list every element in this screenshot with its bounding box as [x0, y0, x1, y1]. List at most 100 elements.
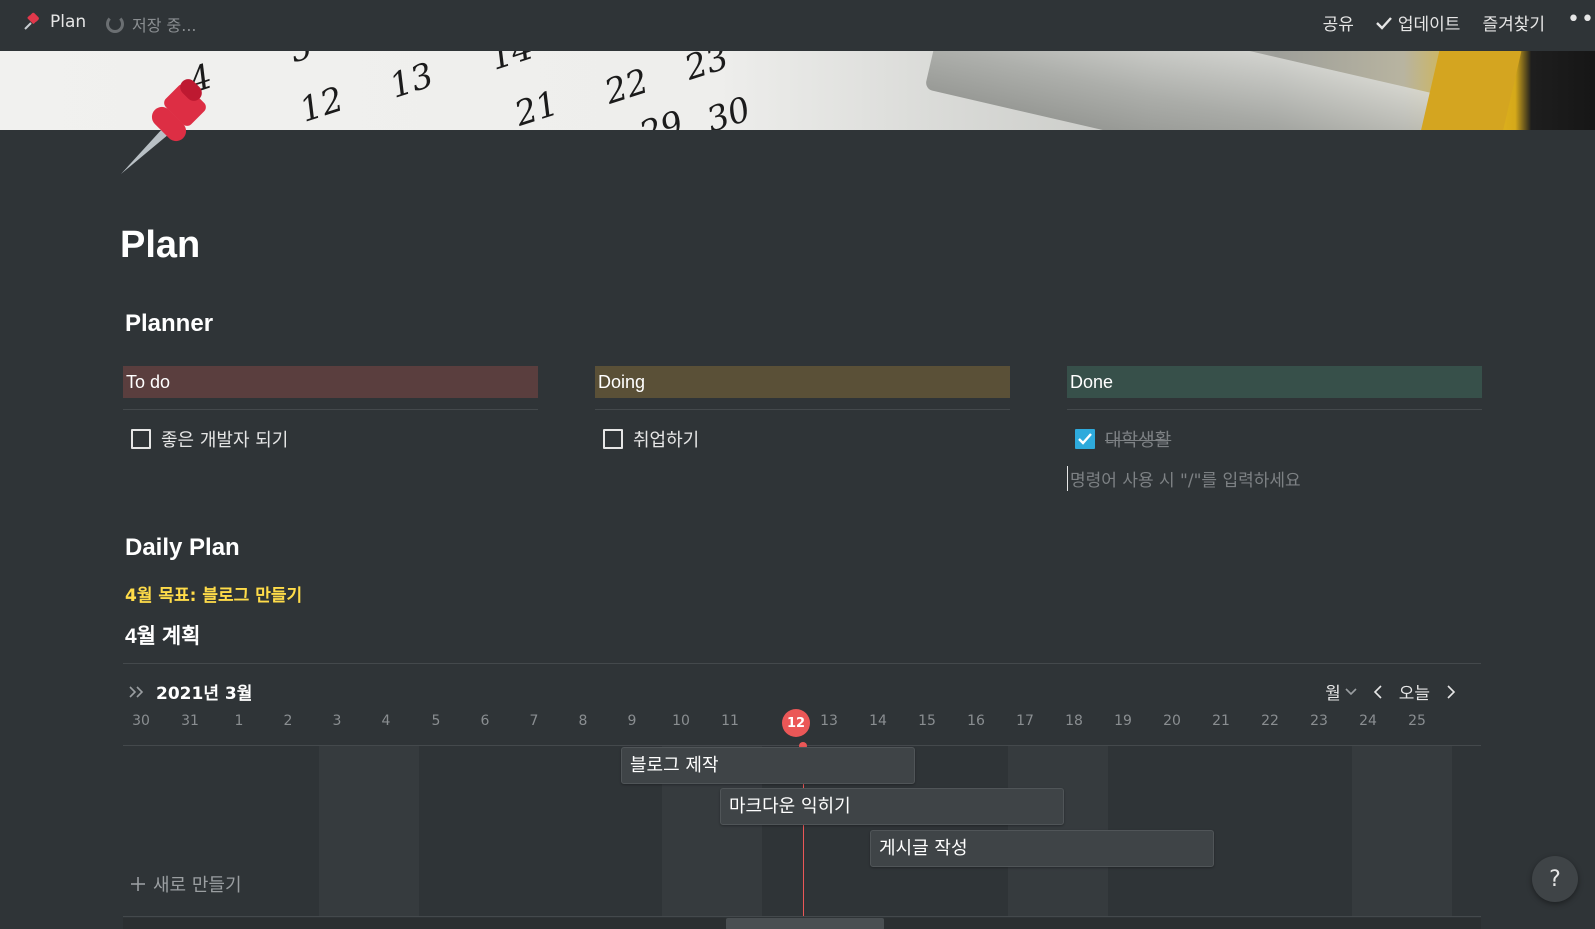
cover-number: 14: [484, 51, 539, 79]
favorite-button[interactable]: 즐겨찾기: [1482, 10, 1545, 35]
divider: [123, 916, 1481, 917]
day-label: 6: [480, 713, 490, 729]
more-options-icon[interactable]: •••: [1567, 8, 1595, 31]
day-label: 20: [1163, 713, 1181, 729]
day-label: 15: [918, 713, 936, 729]
timeline-item[interactable]: 블로그 제작: [621, 747, 915, 784]
top-bar: Plan 저장 중... 공유 업데이트 즐겨찾기 •••: [0, 0, 1595, 51]
day-label: 22: [1261, 713, 1279, 729]
day-label: 24: [1359, 713, 1377, 729]
double-chevron-right-icon[interactable]: [128, 685, 146, 699]
pushpin-page-icon[interactable]: [115, 70, 225, 180]
pencil-graphic: [924, 51, 1476, 130]
view-mode-label: 월: [1325, 684, 1341, 704]
updates-button[interactable]: 업데이트: [1376, 10, 1461, 35]
cover-number: 23: [679, 51, 734, 89]
day-label: 17: [1016, 713, 1034, 729]
board-column-done: Done 대학생활 명령어 사용 시 "/"를 입력하세요: [1067, 366, 1482, 491]
cover-number: 13: [384, 55, 439, 107]
chevron-right-icon[interactable]: [1446, 684, 1456, 699]
timeline-view: 2021년 3월 월 오늘 30 31 1 2 3 4 5 6 7 8 9 10…: [123, 663, 1481, 929]
day-label: 30: [132, 713, 150, 729]
day-label: 16: [967, 713, 985, 729]
block-input-placeholder[interactable]: 명령어 사용 시 "/"를 입력하세요: [1067, 466, 1482, 491]
board-column-todo: To do 좋은 개발자 되기: [123, 366, 538, 452]
page-breadcrumb-label: Plan: [50, 12, 87, 32]
column-header[interactable]: To do: [123, 366, 538, 398]
todo-item[interactable]: 좋은 개발자 되기: [123, 426, 538, 452]
day-label: 3: [332, 713, 342, 729]
day-label: 11: [721, 713, 739, 729]
day-label: 31: [181, 713, 199, 729]
day-label: 23: [1310, 713, 1328, 729]
todo-item-label: 좋은 개발자 되기: [161, 430, 289, 451]
day-label: 19: [1114, 713, 1132, 729]
chevron-down-icon: [1345, 687, 1357, 695]
timeline-item[interactable]: 마크다운 익히기: [720, 788, 1064, 825]
share-button[interactable]: 공유: [1323, 10, 1354, 35]
scrollbar-thumb[interactable]: [726, 918, 884, 929]
view-mode-select[interactable]: 월: [1325, 679, 1357, 704]
today-day-badge: 12: [782, 709, 810, 737]
todo-item[interactable]: 대학생활: [1067, 426, 1482, 452]
timeline-item[interactable]: 게시글 작성: [870, 830, 1214, 867]
day-label: 7: [529, 713, 539, 729]
todo-item-label: 대학생활: [1105, 430, 1172, 451]
divider: [1067, 409, 1482, 410]
checkbox[interactable]: [603, 429, 623, 449]
chevron-left-icon[interactable]: [1373, 684, 1383, 699]
checkbox[interactable]: [131, 429, 151, 449]
check-icon: [1078, 433, 1092, 445]
column-header[interactable]: Done: [1067, 366, 1482, 398]
planner-heading[interactable]: Planner: [125, 310, 213, 338]
timeline-controls: 월 오늘: [1325, 679, 1456, 704]
saving-indicator: 저장 중...: [106, 12, 197, 36]
page-title[interactable]: Plan: [120, 224, 200, 267]
day-label: 14: [869, 713, 887, 729]
cover-number: 22: [599, 61, 654, 113]
weekend-column: [1352, 746, 1452, 916]
day-label: 21: [1212, 713, 1230, 729]
check-icon: [1376, 16, 1392, 30]
day-label: 10: [672, 713, 690, 729]
divider: [123, 663, 1481, 664]
cover-image[interactable]: 4 5 12 13 14 21 22 23 29 30: [0, 51, 1595, 130]
checkbox-checked[interactable]: [1075, 429, 1095, 449]
help-button[interactable]: ?: [1532, 856, 1578, 902]
day-label: 25: [1408, 713, 1426, 729]
todo-item[interactable]: 취업하기: [595, 426, 1010, 452]
saving-text: 저장 중...: [132, 16, 197, 35]
weekend-column: [319, 746, 419, 916]
cover-number: 21: [509, 83, 564, 130]
divider: [123, 409, 538, 410]
goal-text[interactable]: 4월 목표: 블로그 만들기: [125, 581, 302, 606]
day-label: 18: [1065, 713, 1083, 729]
top-actions: 공유 업데이트 즐겨찾기 •••: [1323, 8, 1595, 35]
new-item-button[interactable]: 새로 만들기: [131, 871, 242, 897]
pushpin-icon: [24, 12, 39, 30]
cover-number: 29: [634, 103, 689, 130]
divider: [595, 409, 1010, 410]
cover-number: 30: [701, 89, 756, 130]
board-column-doing: Doing 취업하기: [595, 366, 1010, 452]
day-label: 8: [578, 713, 588, 729]
spinner-icon: [106, 15, 124, 33]
new-item-label: 새로 만들기: [153, 875, 242, 896]
daily-plan-heading[interactable]: Daily Plan: [125, 534, 240, 562]
day-label: 2: [283, 713, 293, 729]
updates-label: 업데이트: [1397, 15, 1461, 35]
timeline-header: 2021년 3월: [128, 679, 252, 704]
day-label: 1: [234, 713, 244, 729]
cover-number: 5: [284, 51, 317, 71]
day-label: 13: [820, 713, 838, 729]
day-label: 4: [381, 713, 391, 729]
plus-icon: [131, 877, 145, 891]
today-button[interactable]: 오늘: [1399, 679, 1430, 704]
breadcrumb[interactable]: Plan: [22, 12, 86, 32]
timeline-month-label: 2021년 3월: [156, 684, 253, 704]
column-header[interactable]: Doing: [595, 366, 1010, 398]
plan-subheading[interactable]: 4월 계획: [125, 620, 200, 650]
todo-item-label: 취업하기: [633, 430, 700, 451]
day-label: 5: [431, 713, 441, 729]
day-label: 9: [627, 713, 637, 729]
